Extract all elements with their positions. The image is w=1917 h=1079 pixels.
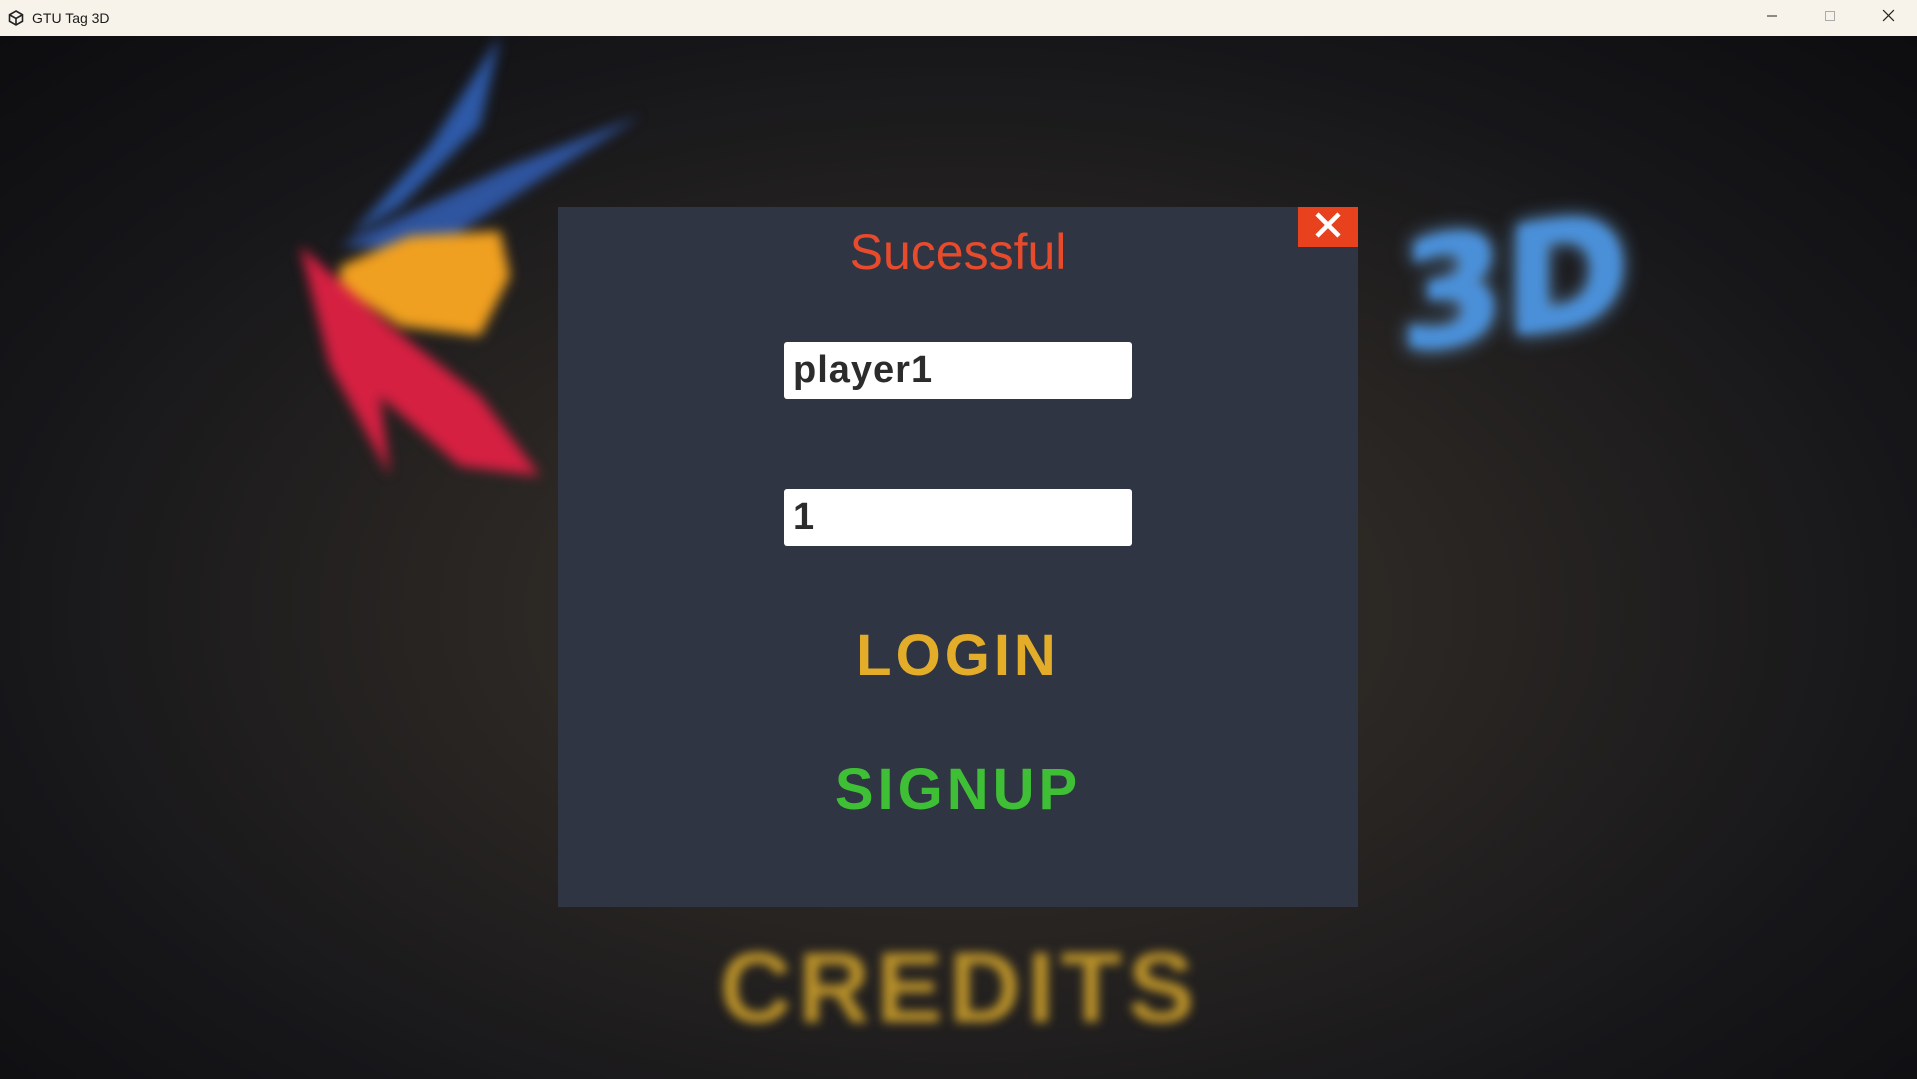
maximize-icon — [1824, 9, 1836, 27]
window-controls — [1743, 0, 1917, 36]
credits-button-background: CREDITS — [719, 932, 1201, 1044]
dialog-close-button[interactable] — [1298, 207, 1358, 247]
game-logo-3d: 3D — [1400, 180, 1629, 387]
password-field[interactable]: 1 — [784, 489, 1132, 546]
minimize-icon — [1766, 9, 1778, 27]
login-dialog: Sucessful player1 1 LOGIN SIGNUP — [558, 207, 1358, 907]
minimize-button[interactable] — [1743, 0, 1801, 36]
close-icon — [1882, 9, 1895, 27]
close-window-button[interactable] — [1859, 0, 1917, 36]
login-button[interactable]: LOGIN — [558, 622, 1358, 689]
username-field[interactable]: player1 — [784, 342, 1132, 399]
title-bar: GTU Tag 3D — [0, 0, 1917, 36]
game-window: GTU Tag 3D 3D CREDITS Sucessful player1 … — [0, 0, 1917, 1079]
signup-button[interactable]: SIGNUP — [558, 756, 1358, 823]
close-icon — [1312, 209, 1344, 246]
unity-icon — [7, 9, 25, 27]
maximize-button[interactable] — [1801, 0, 1859, 36]
status-message: Sucessful — [849, 224, 1067, 280]
window-title: GTU Tag 3D — [32, 10, 110, 26]
